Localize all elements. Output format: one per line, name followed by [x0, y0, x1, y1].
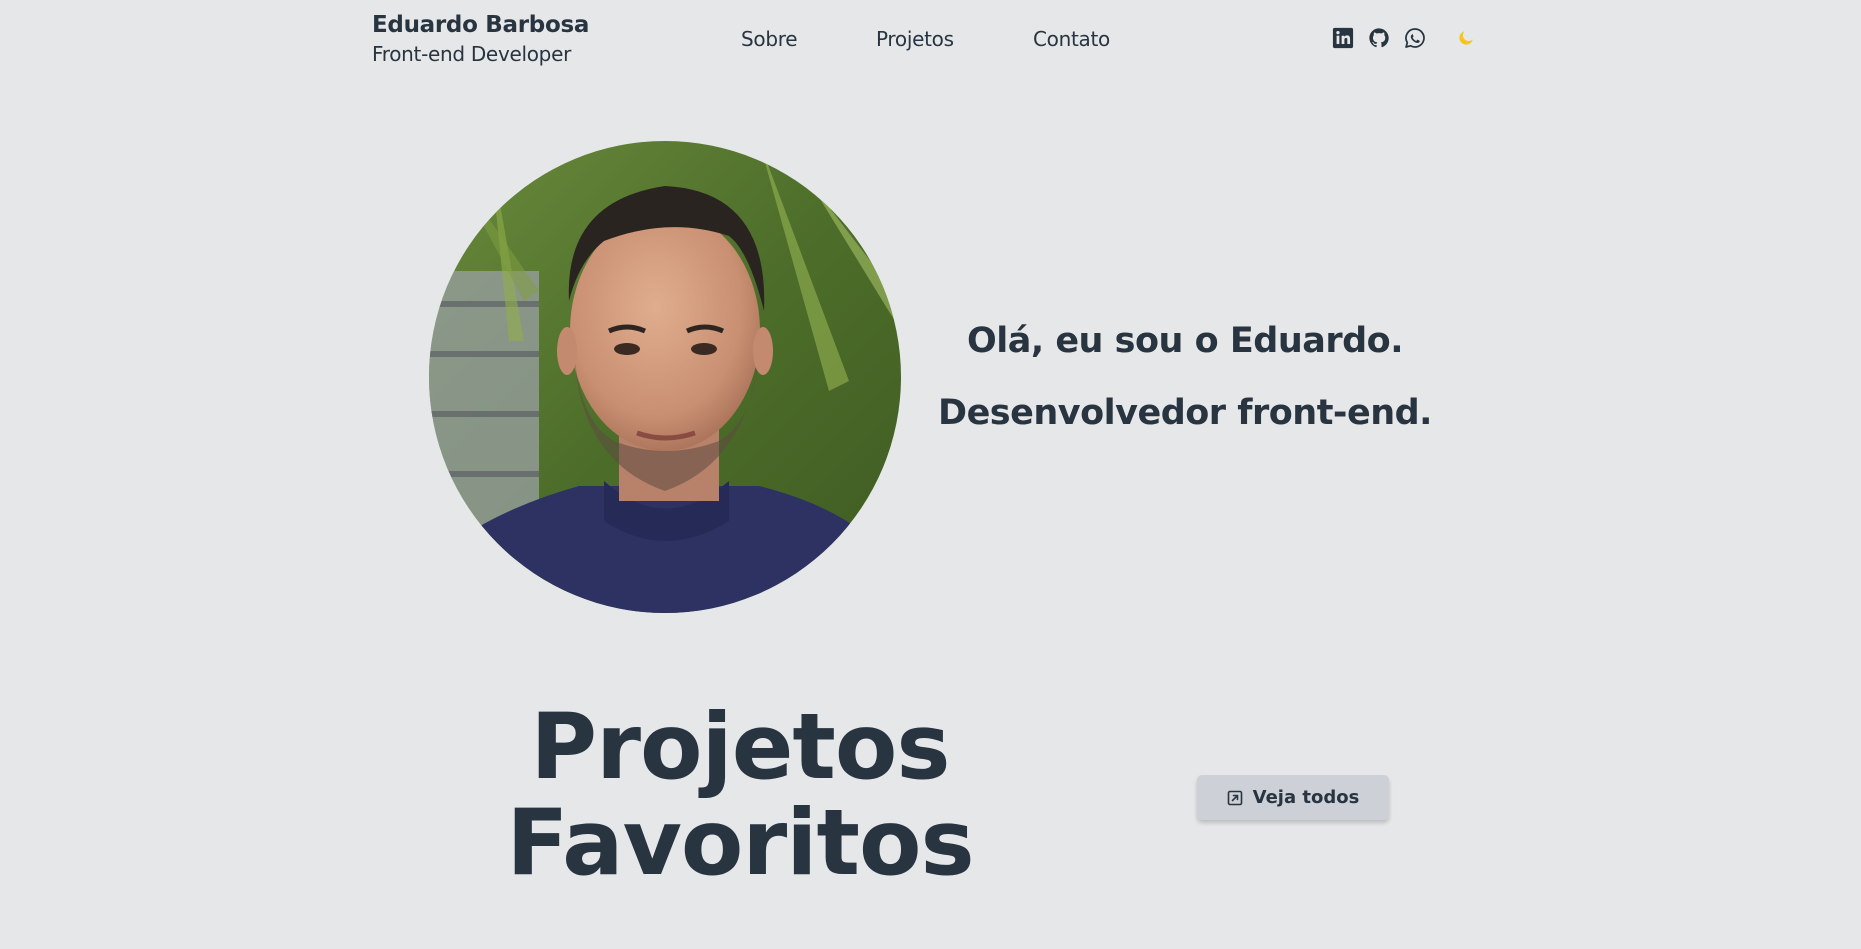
moon-icon[interactable] [1456, 28, 1476, 48]
nav-link-sobre[interactable]: Sobre [741, 24, 798, 54]
brand-name: Eduardo Barbosa [372, 12, 590, 38]
brand-role: Front-end Developer [372, 42, 571, 66]
view-all-button[interactable]: Veja todos [1197, 775, 1389, 820]
nav-link-contato[interactable]: Contato [1033, 24, 1110, 54]
github-icon[interactable] [1368, 27, 1390, 49]
external-link-icon [1227, 790, 1243, 806]
hero-greeting: Olá, eu sou o Eduardo. [966, 321, 1404, 361]
projects-title: Projetos Favoritos [506, 695, 974, 896]
whatsapp-icon[interactable] [1404, 27, 1426, 49]
profile-photo [429, 141, 901, 613]
hero-subtitle: Desenvolvedor front-end. [938, 393, 1432, 433]
linkedin-icon[interactable] [1332, 27, 1354, 49]
nav-link-projetos[interactable]: Projetos [876, 24, 954, 54]
view-all-label: Veja todos [1252, 787, 1360, 808]
brand[interactable]: Eduardo Barbosa Front-end Developer [372, 9, 589, 67]
